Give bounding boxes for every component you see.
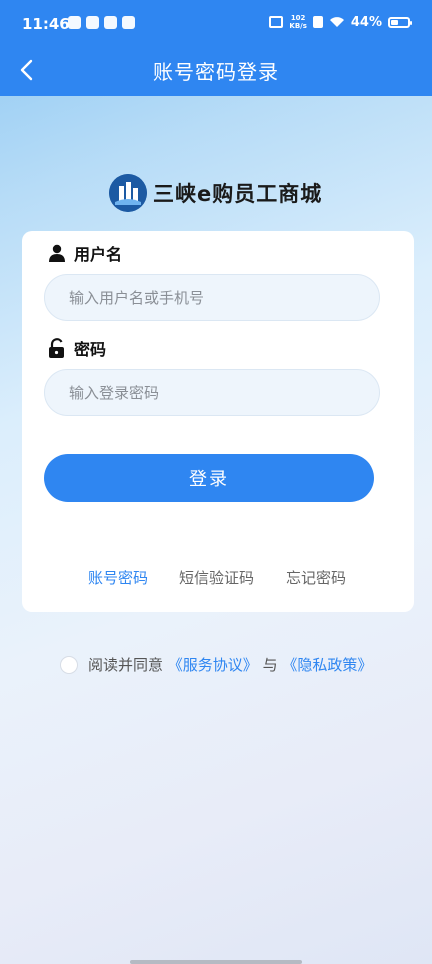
agree-radio[interactable] bbox=[60, 655, 78, 674]
password-input[interactable] bbox=[44, 369, 380, 416]
battery-fill bbox=[391, 19, 398, 25]
login-card: 用户名 密码 登录 账号密码 短信验证码 忘记密码 bbox=[22, 231, 414, 612]
battery-icon bbox=[388, 16, 412, 28]
net-speed-value: 102 bbox=[290, 14, 306, 22]
vibrate-icon bbox=[269, 16, 284, 28]
status-time: 11:46 bbox=[22, 15, 70, 33]
battery-percent: 44% bbox=[350, 14, 382, 30]
home-indicator bbox=[130, 960, 302, 964]
login-button[interactable]: 登录 bbox=[44, 454, 374, 502]
service-agreement-link[interactable]: 《服务协议》 bbox=[168, 656, 258, 674]
agreement-prefix: 阅读并同意 bbox=[88, 656, 164, 674]
notification-app-icon bbox=[122, 16, 135, 29]
username-label-row: 用户名 bbox=[48, 241, 122, 265]
brand-logo-row: 三峡e购员工商城 bbox=[109, 174, 322, 212]
agreement-and: 与 bbox=[262, 656, 278, 674]
brand-logo bbox=[109, 174, 147, 212]
user-icon bbox=[49, 244, 65, 262]
username-input[interactable] bbox=[44, 274, 380, 321]
wifi-icon bbox=[329, 17, 344, 27]
tab-forgot-password[interactable]: 忘记密码 bbox=[286, 567, 346, 588]
brand-name: 三峡e购员工商城 bbox=[153, 182, 323, 206]
password-label: 密码 bbox=[74, 340, 107, 359]
lock-icon bbox=[49, 338, 64, 358]
page-title: 账号密码登录 bbox=[153, 60, 279, 84]
tab-account-password[interactable]: 账号密码 bbox=[88, 567, 148, 588]
notification-app-icon bbox=[86, 16, 99, 29]
notification-icons bbox=[68, 16, 135, 29]
username-label: 用户名 bbox=[74, 245, 123, 264]
privacy-policy-link[interactable]: 《隐私政策》 bbox=[282, 656, 372, 674]
notification-app-icon bbox=[68, 16, 81, 29]
sim-icon bbox=[312, 16, 323, 28]
tab-sms-code[interactable]: 短信验证码 bbox=[179, 567, 254, 588]
net-speed: 102 KB/s bbox=[289, 14, 306, 30]
agreement-row: 阅读并同意 《服务协议》 与 《隐私政策》 bbox=[60, 654, 372, 675]
password-label-row: 密码 bbox=[48, 336, 106, 360]
status-right: 102 KB/s 44% bbox=[269, 14, 412, 30]
top-bar: 11:46 102 KB/s 44% 账号密码登录 bbox=[0, 0, 432, 96]
status-bar: 11:46 102 KB/s 44% bbox=[0, 0, 432, 52]
net-speed-unit: KB/s bbox=[289, 22, 307, 30]
notification-app-icon bbox=[104, 16, 117, 29]
